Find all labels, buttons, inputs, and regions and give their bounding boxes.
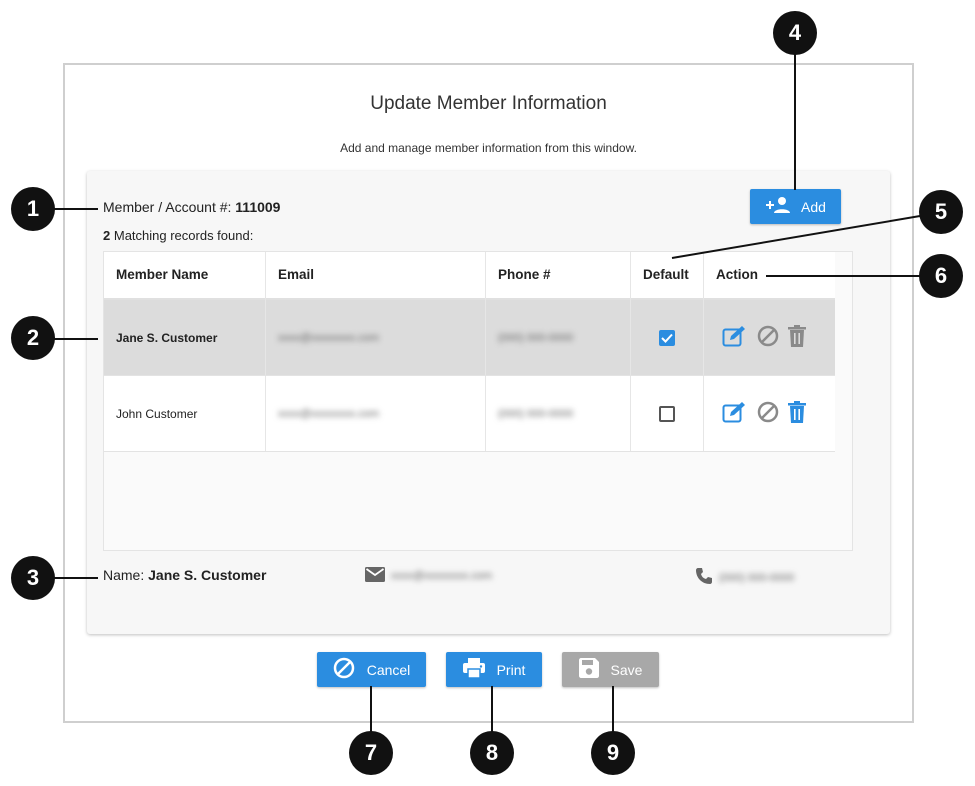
callout-8: 8 <box>470 731 514 775</box>
callout-2: 2 <box>11 316 55 360</box>
callout-6: 6 <box>919 254 963 298</box>
callout-4: 4 <box>773 11 817 55</box>
callout-5: 5 <box>919 190 963 234</box>
callout-3: 3 <box>11 556 55 600</box>
callout-1: 1 <box>11 187 55 231</box>
callout-lines <box>52 52 921 733</box>
callout-7: 7 <box>349 731 393 775</box>
callout-9: 9 <box>591 731 635 775</box>
